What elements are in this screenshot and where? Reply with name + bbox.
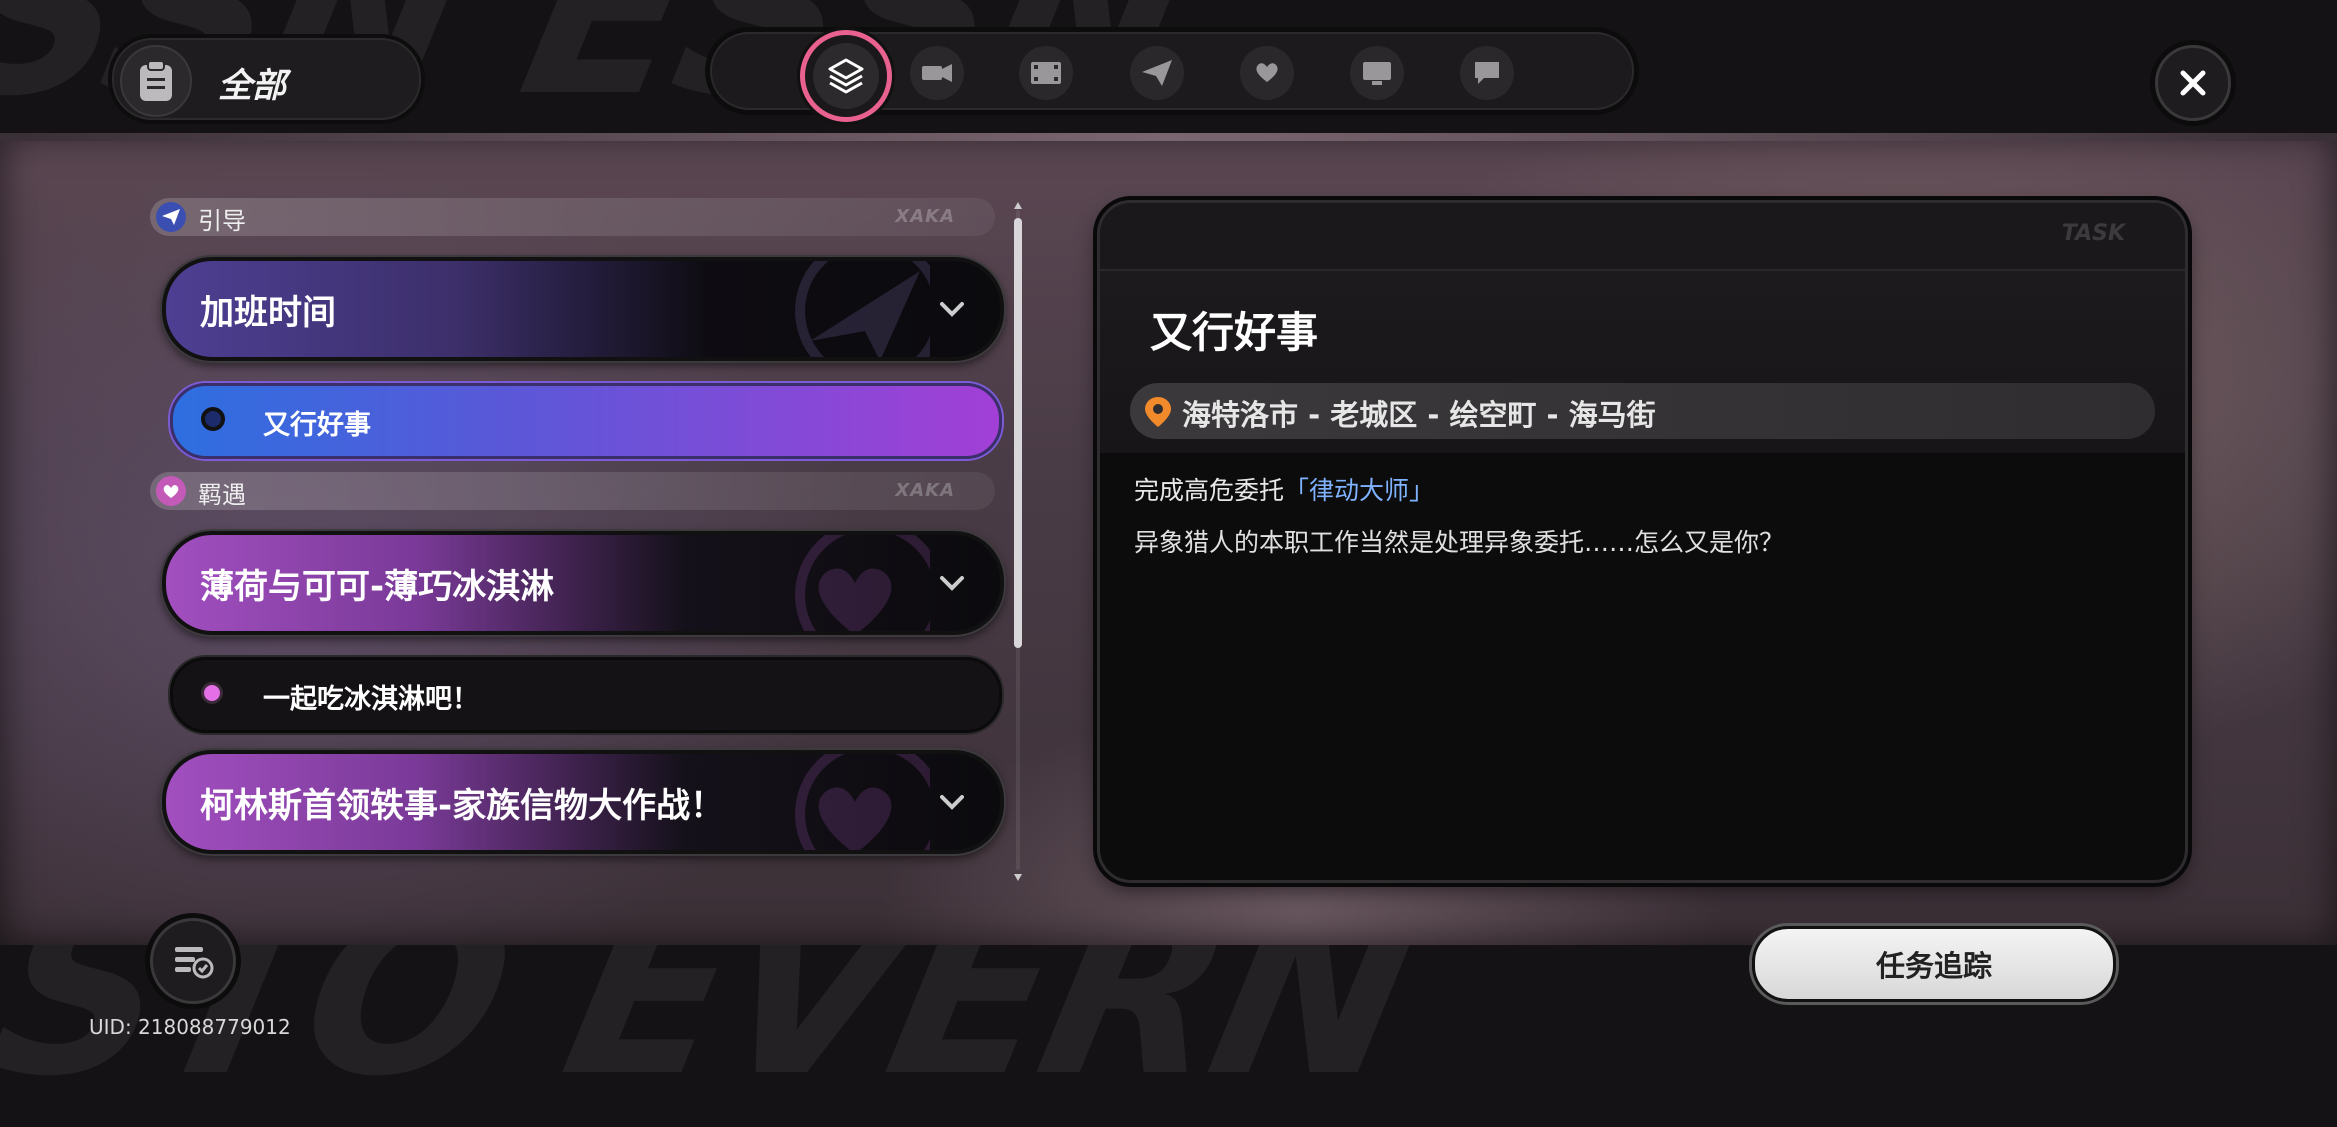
heart-icon (795, 535, 930, 631)
scrollbar-thumb[interactable] (1014, 218, 1022, 648)
quest-title: 柯林斯首领轶事-家族信物大作战！ (200, 786, 725, 826)
category-tab-bar (710, 30, 1634, 122)
scroll-down-icon (1014, 874, 1022, 881)
clipboard-icon (120, 45, 192, 117)
tab-film[interactable] (1019, 46, 1073, 100)
track-quest-button[interactable]: 任务追踪 (1752, 926, 2116, 1002)
section-title: 羁遇 (198, 481, 246, 509)
quest-subitem-label: 一起吃冰淇淋吧！ (263, 684, 479, 715)
paper-plane-icon (1142, 60, 1172, 86)
tab-camera[interactable] (910, 46, 964, 100)
quest-objective: 完成高危委托「律动大师」 (1134, 471, 1434, 507)
detail-decoration: TASK (2061, 221, 2125, 246)
quest-indicator (201, 682, 223, 704)
tab-chat[interactable] (1460, 46, 1514, 100)
quest-subitem-good-deed[interactable]: 又行好事 (170, 383, 1002, 459)
stack-layers-icon (828, 58, 864, 94)
close-button[interactable] (2155, 45, 2231, 121)
quest-list[interactable]: 引导 XAKA 加班时间 又行好事 羁遇 XAKA 薄荷与可可-薄巧冰淇淋 一起… (150, 195, 1010, 885)
detail-title: 又行好事 (1150, 308, 1319, 357)
section-header-encounter: 羁遇 XAKA (150, 472, 995, 510)
tab-all-layers[interactable] (800, 30, 892, 122)
tab-encounter[interactable] (1240, 46, 1294, 100)
location-bar: 海特洛市 - 老城区 - 绘空町 - 海马街 (1130, 383, 2155, 439)
location-text: 海特洛市 - 老城区 - 绘空町 - 海马街 (1182, 398, 1656, 432)
user-id: UID: 218088779012 (89, 1015, 291, 1039)
objective-text: 完成高危委托 (1134, 476, 1285, 505)
category-label: 全部 (218, 66, 286, 106)
heart-icon (795, 754, 930, 850)
section-header-guide: 引导 XAKA (150, 198, 995, 236)
section-decoration: XAKA (895, 480, 955, 501)
quest-log-button[interactable] (150, 918, 236, 1004)
heart-hand-icon (1256, 63, 1278, 82)
paper-plane-icon (156, 202, 186, 232)
tab-monitor[interactable] (1350, 46, 1404, 100)
quest-subitem-ice-cream[interactable]: 一起吃冰淇淋吧！ (170, 657, 1002, 733)
quest-item-mint-cocoa[interactable]: 薄荷与可可-薄巧冰淇淋 (162, 531, 1004, 635)
monitor-icon (1363, 62, 1391, 85)
section-title: 引导 (198, 207, 246, 235)
quest-description: 异象猎人的本职工作当然是处理异象委托……怎么又是你？ (1134, 528, 1785, 557)
quest-title: 薄荷与可可-薄巧冰淇淋 (200, 567, 555, 607)
quest-detail-panel: TASK 又行好事 海特洛市 - 老城区 - 绘空町 - 海马街 完成高危委托「… (1097, 200, 2188, 883)
quest-title: 加班时间 (200, 293, 336, 333)
chat-bubble-icon (1475, 62, 1499, 84)
location-pin-icon (1145, 397, 1171, 427)
quest-item-collins[interactable]: 柯林斯首领轶事-家族信物大作战！ (162, 750, 1004, 854)
chevron-down-icon (934, 291, 970, 327)
selected-indicator (201, 407, 225, 431)
paper-plane-icon (795, 261, 930, 357)
quest-item-overtime[interactable]: 加班时间 (162, 257, 1004, 361)
category-filter[interactable]: 全部 (112, 38, 421, 120)
objective-highlight: 「律动大师」 (1284, 476, 1435, 505)
camera-icon (922, 64, 952, 82)
heart-icon (156, 476, 186, 506)
list-check-icon (175, 947, 214, 979)
chevron-down-icon (934, 784, 970, 820)
quest-list-scrollbar[interactable] (1014, 202, 1022, 881)
film-icon (1031, 62, 1061, 84)
detail-header-strip: TASK (1100, 203, 2185, 271)
close-icon (2180, 70, 2206, 96)
quest-subitem-label: 又行好事 (263, 410, 371, 441)
chevron-down-icon (934, 565, 970, 601)
tab-guide[interactable] (1130, 46, 1184, 100)
section-decoration: XAKA (895, 206, 955, 227)
scroll-up-icon (1014, 202, 1022, 209)
